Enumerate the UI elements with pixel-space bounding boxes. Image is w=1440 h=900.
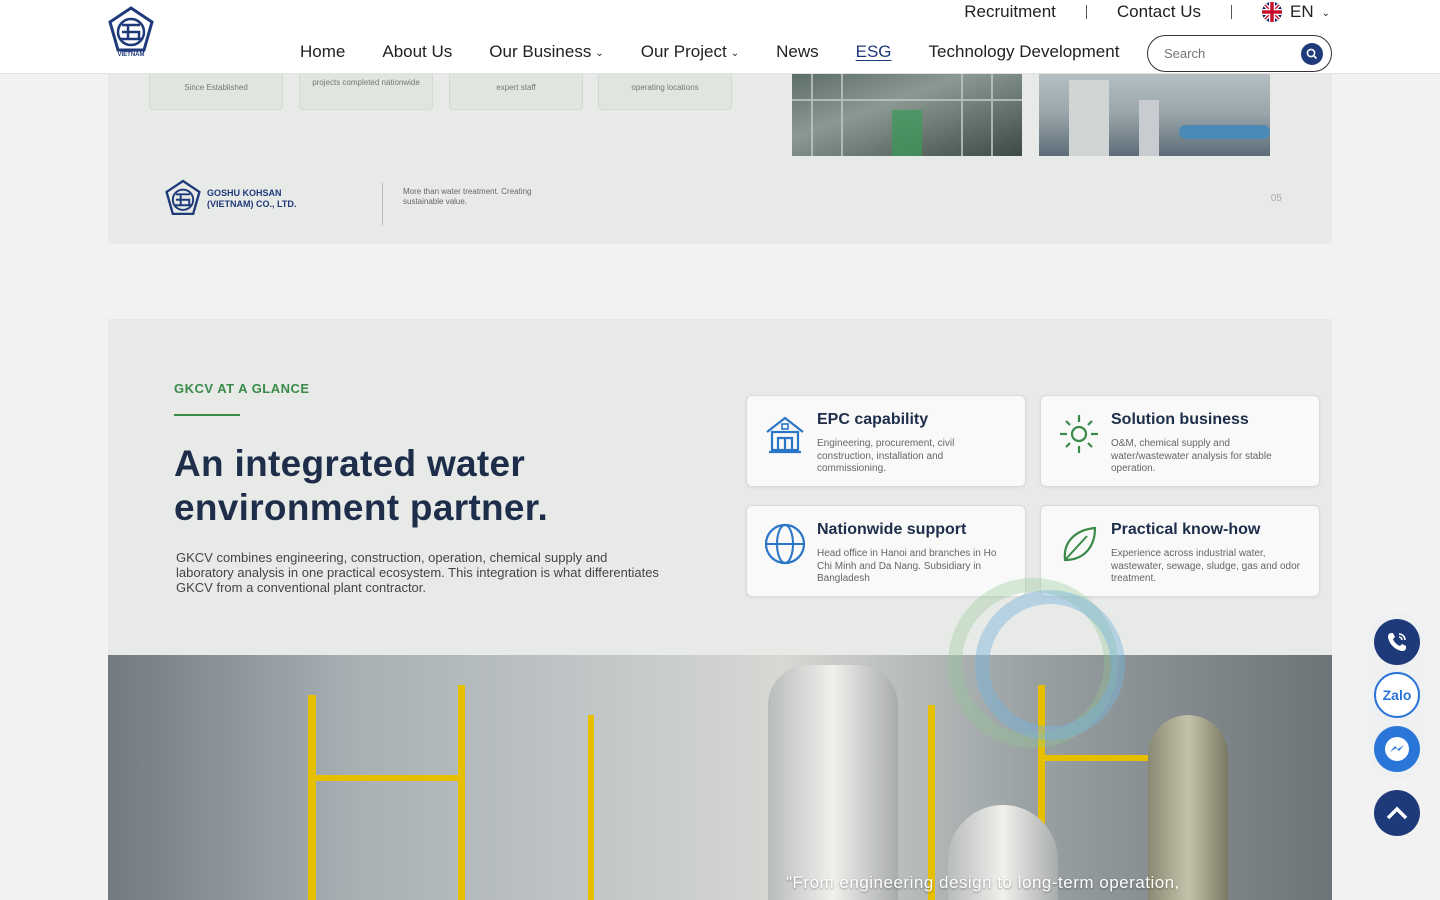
card-text: O&M, chemical supply and water/wastewate… xyxy=(1111,438,1272,474)
nav-news[interactable]: News xyxy=(776,42,819,62)
uk-flag-icon xyxy=(1261,2,1282,22)
chevron-down-icon: ⌄ xyxy=(1321,7,1330,19)
chevron-up-icon xyxy=(1386,806,1408,820)
card-text: Experience across industrial water, wast… xyxy=(1111,548,1301,584)
plant-photo xyxy=(792,70,1022,156)
slide-page-number: 05 xyxy=(1270,193,1282,204)
nav-our-business[interactable]: Our Business ⌄ xyxy=(489,42,603,62)
divider xyxy=(382,183,383,225)
chevron-down-icon: ⌄ xyxy=(595,47,604,59)
zalo-button[interactable]: Zalo xyxy=(1374,672,1420,718)
language-label: EN xyxy=(1289,2,1314,21)
feature-card-epc: EPC capability Engineering, procurement,… xyxy=(746,395,1026,487)
company-logo-icon xyxy=(165,179,201,216)
section-description: GKCV combines engineering, construction,… xyxy=(176,550,659,595)
water-tank xyxy=(768,665,898,900)
zalo-label: Zalo xyxy=(1382,687,1412,703)
slide-company-brand: GOSHU KOHSAN (VIETNAM) CO., LTD. xyxy=(165,178,307,220)
feature-card-knowhow: Practical know-how Experience across ind… xyxy=(1040,505,1320,597)
nav-our-business-label: Our Business xyxy=(489,42,592,61)
stat-card: operating locations xyxy=(598,70,732,110)
card-text: Engineering, procurement, civil construc… xyxy=(817,438,955,474)
scroll-to-top-button[interactable] xyxy=(1374,790,1420,836)
stat-card: projects completed nationwide xyxy=(299,70,433,110)
nav-our-project-label: Our Project xyxy=(640,42,727,61)
divider xyxy=(1085,5,1087,19)
phone-icon xyxy=(1388,633,1406,651)
site-header: VIETNAM Recruitment Contact Us EN ⌄ Home… xyxy=(0,0,1440,74)
glance-section: GKCV AT A GLANCE An integrated water env… xyxy=(108,319,1332,659)
yellow-rail xyxy=(308,695,316,900)
messenger-button[interactable] xyxy=(1374,726,1420,772)
yellow-rail xyxy=(308,775,458,781)
feature-card-solution: Solution business O&M, chemical supply a… xyxy=(1040,395,1320,487)
facility-photo-banner: "From engineering design to long-term op… xyxy=(108,655,1332,900)
stat-card: expert staff xyxy=(449,70,583,110)
search-input[interactable] xyxy=(1164,46,1284,61)
slide-tagline: More than water treatment. Creating sust… xyxy=(403,187,532,206)
section-eyebrow: GKCV AT A GLANCE xyxy=(174,381,310,396)
yellow-rail xyxy=(588,715,594,900)
nav-esg[interactable]: ESG xyxy=(856,42,892,62)
search-button[interactable] xyxy=(1301,43,1323,65)
globe-icon xyxy=(764,523,806,565)
language-selector[interactable]: EN ⌄ xyxy=(1261,2,1330,22)
top-utility-bar: Recruitment Contact Us EN ⌄ xyxy=(964,2,1330,22)
nav-our-project[interactable]: Our Project ⌄ xyxy=(641,42,739,62)
contact-link[interactable]: Contact Us xyxy=(1117,2,1201,22)
messenger-icon xyxy=(1385,737,1409,761)
main-nav: Home About Us Our Business ⌄ Our Project… xyxy=(300,42,1156,62)
eyebrow-underline xyxy=(174,414,240,416)
search-box xyxy=(1147,35,1332,72)
leaf-icon xyxy=(1063,526,1097,562)
card-text: Head office in Hanoi and branches in Ho … xyxy=(817,548,997,584)
yellow-rail xyxy=(458,685,465,900)
sun-icon xyxy=(1060,415,1098,453)
decorative-ring xyxy=(975,590,1125,740)
search-icon xyxy=(1306,48,1318,60)
divider xyxy=(1230,5,1232,19)
call-button[interactable] xyxy=(1374,619,1420,665)
card-title: EPC capability xyxy=(817,411,929,428)
stat-card: Since Established xyxy=(149,70,283,110)
banner-quote: "From engineering design to long-term op… xyxy=(786,873,1180,892)
yellow-rail xyxy=(928,705,935,900)
chevron-down-icon: ⌄ xyxy=(730,47,740,59)
card-title: Nationwide support xyxy=(817,521,967,538)
nav-home[interactable]: Home xyxy=(300,42,345,62)
plant-photo xyxy=(1039,70,1270,156)
logo-label: VIETNAM xyxy=(117,52,145,58)
slide-company-name: GOSHU KOHSAN (VIETNAM) CO., LTD. xyxy=(207,188,297,209)
card-title: Practical know-how xyxy=(1111,521,1261,538)
recruitment-link[interactable]: Recruitment xyxy=(964,2,1056,22)
section-headline: An integrated water environment partner. xyxy=(174,443,549,528)
feature-card-nationwide: Nationwide support Head office in Hanoi … xyxy=(746,505,1026,597)
building-icon xyxy=(766,416,804,454)
nav-technology[interactable]: Technology Development xyxy=(929,42,1120,62)
nav-about[interactable]: About Us xyxy=(382,42,452,62)
yellow-rail xyxy=(1038,755,1158,761)
card-title: Solution business xyxy=(1111,411,1249,428)
